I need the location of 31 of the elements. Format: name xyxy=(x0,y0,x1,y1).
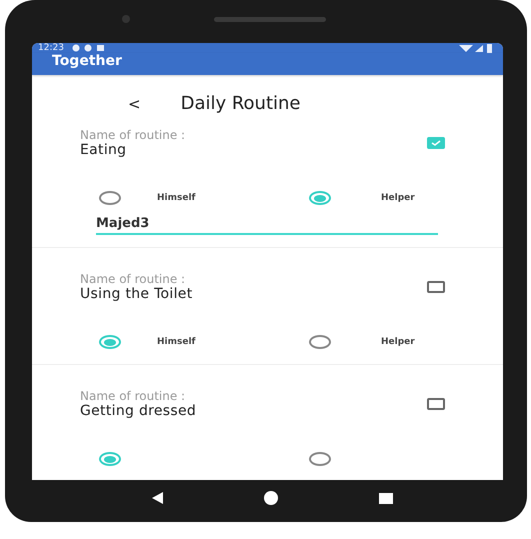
routine-name: Getting dressed xyxy=(80,403,196,419)
radio-button[interactable] xyxy=(99,191,121,205)
routine-label: Name of routine : xyxy=(80,389,186,403)
radio-button[interactable] xyxy=(309,335,331,349)
home-nav-icon[interactable] xyxy=(264,491,278,505)
camera-icon xyxy=(122,15,130,23)
checkbox[interactable] xyxy=(427,281,445,293)
radio-button[interactable] xyxy=(99,335,121,349)
radio-button[interactable] xyxy=(309,452,331,466)
app-title: Together xyxy=(52,53,122,69)
checkbox[interactable] xyxy=(427,137,445,149)
option-label: Helper xyxy=(380,337,416,347)
status-time: 12:23 xyxy=(38,43,64,53)
back-nav-icon[interactable] xyxy=(152,492,164,504)
checkmark-icon xyxy=(431,140,441,146)
option-label: Himself xyxy=(156,337,196,347)
signal-battery-icons xyxy=(459,44,493,52)
option-label: Himself xyxy=(156,193,196,203)
routine-label: Name of routine : xyxy=(80,272,186,286)
option-label: Helper xyxy=(380,193,416,203)
page-title: Daily Routine xyxy=(180,93,301,114)
routine-name: Eating xyxy=(80,142,128,158)
routine-name: Using the Toilet xyxy=(80,286,192,302)
helper-name-field[interactable]: Majed3 xyxy=(96,214,438,235)
routine-label: Name of routine : xyxy=(80,128,186,142)
back-button[interactable]: < xyxy=(128,94,141,112)
speaker-icon xyxy=(214,17,326,22)
checkbox[interactable] xyxy=(427,398,445,410)
radio-button[interactable] xyxy=(99,452,121,466)
recents-nav-icon[interactable] xyxy=(378,492,393,504)
radio-button[interactable] xyxy=(309,191,331,205)
